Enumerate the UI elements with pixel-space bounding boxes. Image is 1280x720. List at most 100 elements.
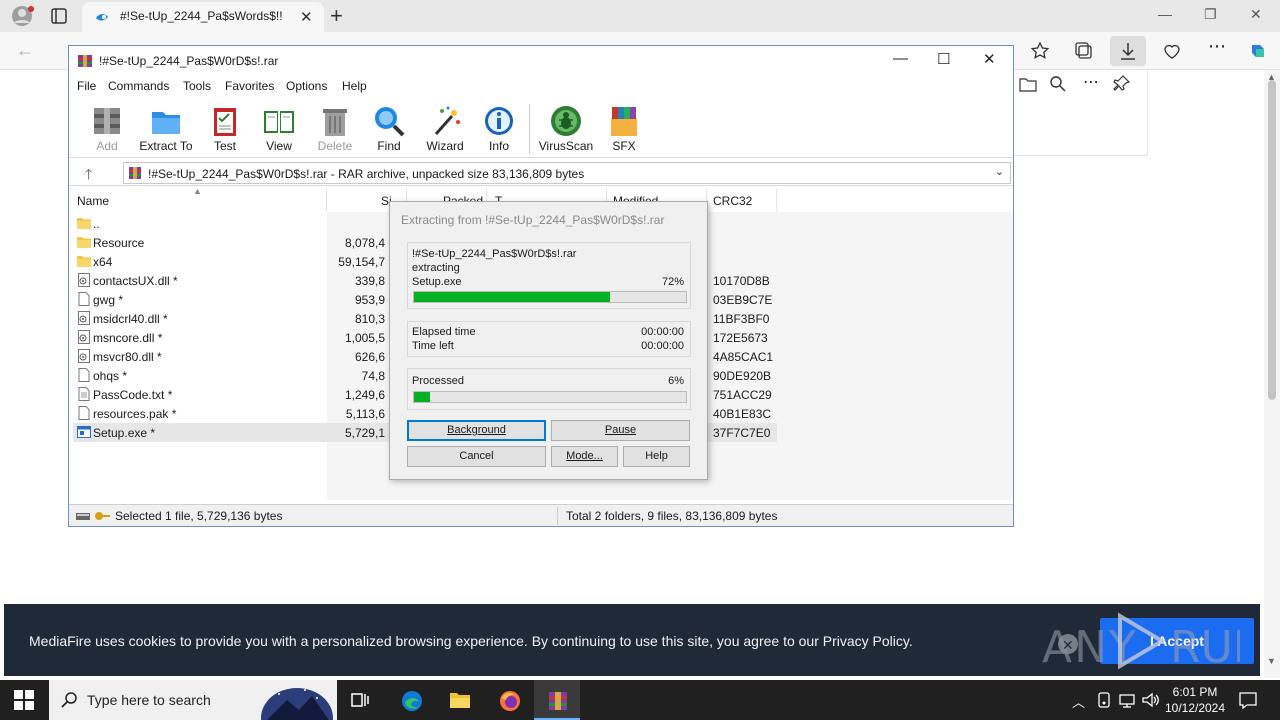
- column-header-crc32[interactable]: CRC32: [707, 188, 777, 212]
- up-folder-icon[interactable]: 🡑: [85, 164, 92, 188]
- scroll-down-arrow-icon[interactable]: ▼: [1267, 656, 1276, 666]
- delete-button[interactable]: Delete: [305, 102, 365, 156]
- virusscan-button[interactable]: VirusScan: [536, 102, 596, 156]
- notification-center-icon[interactable]: [1238, 690, 1258, 710]
- browser-close-button[interactable]: ✕: [1250, 6, 1262, 23]
- taskbar-winrar-button[interactable]: [534, 680, 580, 720]
- file-name-cell[interactable]: resources.pak *: [73, 404, 327, 423]
- browser-minimize-button[interactable]: —: [1158, 6, 1172, 22]
- file-explorer-icon: [450, 693, 470, 708]
- sfx-button[interactable]: SFX: [594, 102, 654, 156]
- test-clipboard-icon: [214, 108, 236, 136]
- task-view-button[interactable]: [337, 680, 383, 720]
- exe-file-icon: [77, 425, 91, 439]
- file-name-cell[interactable]: Resource: [73, 233, 327, 252]
- column-header-name[interactable]: Name ▲: [69, 186, 327, 212]
- network-icon[interactable]: [1119, 692, 1135, 708]
- menu-file[interactable]: File: [77, 79, 96, 93]
- file-size: 339,8: [354, 274, 385, 288]
- add-archive-icon: [94, 108, 120, 134]
- menu-help[interactable]: Help: [342, 79, 367, 93]
- browser-restore-button[interactable]: ❐: [1204, 6, 1217, 23]
- view-book-icon: [264, 111, 294, 133]
- chevron-down-icon[interactable]: ⌄: [995, 165, 1004, 178]
- menu-options[interactable]: Options: [286, 79, 327, 93]
- taskbar-clock[interactable]: 6:01 PM 10/12/2024: [1160, 684, 1230, 716]
- file-size: [327, 214, 391, 233]
- cancel-button[interactable]: Cancel: [407, 446, 546, 467]
- file-name-cell[interactable]: PassCode.txt *: [73, 385, 327, 404]
- file-name-cell[interactable]: contactsUX.dll *: [73, 271, 327, 290]
- test-button[interactable]: Test: [195, 102, 255, 156]
- file-progress-group: !#Se-tUp_2244_Pas$W0rD$s!.rar extracting…: [407, 242, 691, 309]
- tray-overflow-chevron-icon[interactable]: ︿: [1072, 692, 1085, 711]
- background-button[interactable]: Background: [407, 420, 546, 441]
- toolbar-separator: [529, 104, 530, 154]
- scrollbar-thumb[interactable]: [1268, 80, 1276, 400]
- info-button[interactable]: Info: [469, 102, 529, 156]
- file-size: 626,6: [354, 350, 385, 364]
- menu-favorites[interactable]: Favorites: [225, 79, 274, 93]
- file-name-cell[interactable]: gwg *: [73, 290, 327, 309]
- wizard-button[interactable]: Wizard: [415, 102, 475, 156]
- winrar-minimize-button[interactable]: —: [893, 50, 908, 67]
- pin-icon[interactable]: [1113, 74, 1131, 92]
- file-name-cell[interactable]: Setup.exe *: [73, 423, 327, 442]
- more-menu-icon[interactable]: ⋯: [1208, 36, 1228, 56]
- extract-to-button[interactable]: Extract To: [136, 102, 196, 156]
- file-size: 953,9: [354, 293, 385, 307]
- file-crc32: [707, 233, 777, 252]
- downloads-icon[interactable]: [1118, 41, 1138, 61]
- menu-commands[interactable]: Commands: [108, 79, 169, 93]
- file-crc32: 37F7C7E0: [707, 423, 777, 442]
- file-name-cell[interactable]: msncore.dll *: [73, 328, 327, 347]
- file-name-cell[interactable]: x64: [73, 252, 327, 271]
- taskbar-explorer-button[interactable]: [436, 680, 482, 720]
- winrar-close-button[interactable]: ✕: [983, 50, 996, 68]
- menu-tools[interactable]: Tools: [183, 79, 211, 93]
- address-combobox[interactable]: !#Se-tUp_2244_Pas$W0rD$s!.rar - RAR arch…: [123, 162, 1011, 184]
- tray-device-icon[interactable]: [1097, 692, 1111, 708]
- volume-icon[interactable]: [1142, 692, 1160, 708]
- copilot-icon[interactable]: [1248, 41, 1268, 61]
- more-options-icon[interactable]: ⋯: [1083, 72, 1099, 92]
- tab-close-icon[interactable]: ✕: [300, 8, 313, 26]
- file-crc32: 4A85CAC1: [713, 350, 774, 364]
- taskbar-firefox-button[interactable]: [486, 680, 532, 720]
- search-icon: [61, 692, 77, 708]
- new-tab-button[interactable]: +: [330, 3, 343, 29]
- view-button[interactable]: View: [249, 102, 309, 156]
- winrar-maximize-button[interactable]: ☐: [937, 50, 950, 68]
- winrar-taskbar-icon: [549, 692, 567, 710]
- winrar-menubar: File Commands Tools Favorites Options He…: [69, 76, 1013, 98]
- browser-essentials-icon[interactable]: [1162, 41, 1182, 61]
- taskbar-edge-button[interactable]: [388, 680, 434, 720]
- file-name-cell[interactable]: ..: [73, 214, 327, 233]
- windows-start-icon[interactable]: [14, 690, 34, 710]
- find-button[interactable]: Find: [359, 102, 419, 156]
- mode-button[interactable]: Mode...: [551, 446, 618, 467]
- profile-icon[interactable]: [10, 5, 34, 27]
- add-button[interactable]: Add: [77, 102, 137, 156]
- search-icon[interactable]: [1049, 75, 1067, 93]
- collections-icon[interactable]: [1074, 41, 1094, 61]
- file-name: msidcrl40.dll *: [93, 312, 168, 326]
- generic-file-icon: [77, 368, 91, 382]
- virus-scan-icon: [551, 106, 581, 136]
- file-name-cell[interactable]: ohqs *: [73, 366, 327, 385]
- dll-file-icon: [77, 273, 91, 287]
- file-progress-fill: [414, 292, 610, 302]
- folder-icon[interactable]: [1019, 76, 1037, 92]
- workspaces-icon[interactable]: [50, 7, 68, 25]
- favorites-star-icon[interactable]: [1030, 41, 1050, 61]
- help-button[interactable]: Help: [623, 446, 690, 467]
- file-name-cell[interactable]: msvcr80.dll *: [73, 347, 327, 366]
- winrar-titlebar[interactable]: !#Se-tUp_2244_Pas$W0rD$s!.rar — ☐ ✕: [69, 46, 1013, 76]
- back-button[interactable]: ←: [16, 40, 34, 61]
- processed-percent-text: 6%: [668, 375, 684, 387]
- file-name-cell[interactable]: msidcrl40.dll *: [73, 309, 327, 328]
- page-scrollbar[interactable]: ▲ ▼: [1264, 70, 1280, 678]
- pause-button[interactable]: Pause: [551, 420, 690, 441]
- taskbar-search-box[interactable]: Type here to search: [49, 680, 337, 720]
- browser-tab-active[interactable]: #!Se-tUp_2244_Pa$sWords$!! ✕: [82, 2, 324, 32]
